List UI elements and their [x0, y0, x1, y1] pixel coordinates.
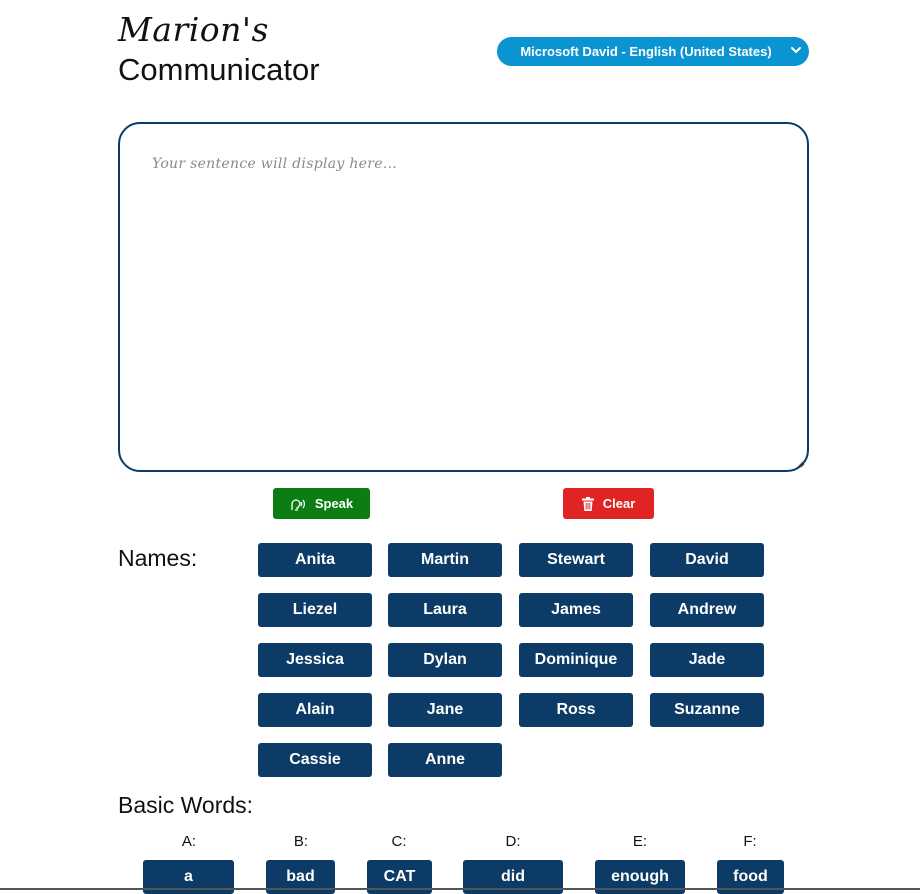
letter-heading-c: C: [391, 833, 407, 850]
letter-heading-a: A: [181, 833, 197, 850]
name-button-jessica[interactable]: Jessica [258, 643, 372, 677]
speak-label: Speak [314, 496, 354, 511]
name-button-martin[interactable]: Martin [388, 543, 502, 577]
name-button-cassie[interactable]: Cassie [258, 743, 372, 777]
sentence-textarea[interactable]: Your sentence will display here... [118, 122, 809, 472]
voice-select[interactable]: Microsoft David - English (United States… [497, 37, 809, 66]
letter-heading-b: B: [293, 833, 309, 850]
letter-heading-d: D: [505, 833, 521, 850]
name-button-stewart[interactable]: Stewart [519, 543, 633, 577]
letter-heading-e: E: [632, 833, 648, 850]
chevron-down-icon [791, 47, 801, 54]
speaking-head-icon [291, 498, 305, 511]
voice-select-value: Microsoft David - English (United States… [520, 44, 772, 59]
sentence-placeholder: Your sentence will display here... [152, 156, 398, 172]
name-button-jane[interactable]: Jane [388, 693, 502, 727]
name-button-david[interactable]: David [650, 543, 764, 577]
name-button-anita[interactable]: Anita [258, 543, 372, 577]
name-button-liezel[interactable]: Liezel [258, 593, 372, 627]
name-button-laura[interactable]: Laura [388, 593, 502, 627]
name-button-suzanne[interactable]: Suzanne [650, 693, 764, 727]
resize-grip-icon[interactable] [797, 460, 805, 468]
clear-button[interactable]: Clear [563, 488, 654, 519]
speak-button[interactable]: Speak [273, 488, 370, 519]
trash-icon [581, 496, 594, 511]
letter-heading-f: F: [743, 833, 757, 850]
clear-label: Clear [602, 496, 636, 511]
name-button-anne[interactable]: Anne [388, 743, 502, 777]
names-heading: Names: [118, 545, 198, 571]
name-button-dylan[interactable]: Dylan [388, 643, 502, 677]
name-button-jade[interactable]: Jade [650, 643, 764, 677]
app-title-script: Marion's [118, 10, 269, 49]
name-button-andrew[interactable]: Andrew [650, 593, 764, 627]
name-button-ross[interactable]: Ross [519, 693, 633, 727]
name-button-james[interactable]: James [519, 593, 633, 627]
app-title-main: Communicator [118, 52, 320, 87]
name-button-alain[interactable]: Alain [258, 693, 372, 727]
name-button-dominique[interactable]: Dominique [519, 643, 633, 677]
basic-words-heading: Basic Words: [118, 792, 254, 818]
